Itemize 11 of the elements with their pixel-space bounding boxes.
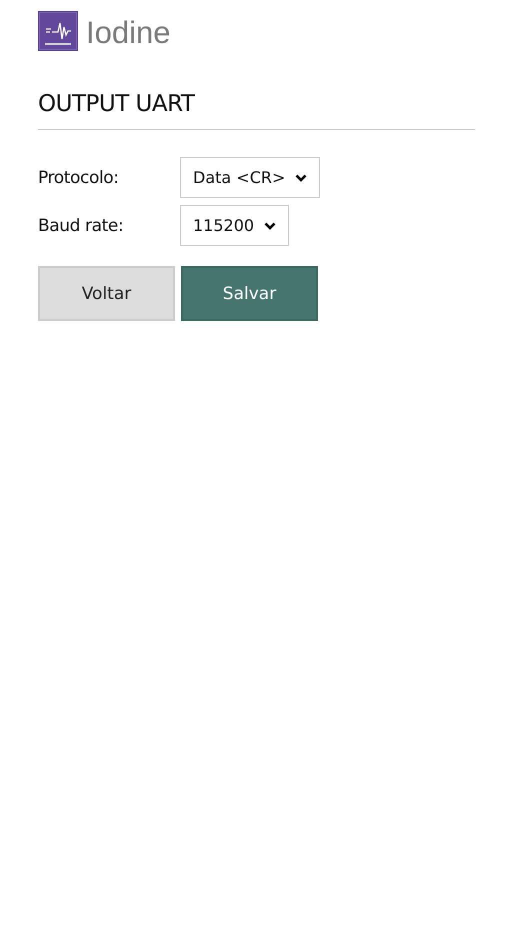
field-label: Protocolo: (38, 168, 120, 188)
chevron-down-icon (264, 222, 276, 230)
chevron-down-icon (295, 174, 308, 182)
page-title: OUTPUT UART (38, 91, 196, 117)
dropdown[interactable]: 115200 (180, 205, 290, 246)
field-label: Baud rate: (38, 216, 124, 236)
logo-text: Iodine (86, 15, 170, 51)
logo-icon (38, 11, 78, 51)
dropdown[interactable]: Data <CR> (180, 157, 320, 198)
save-button[interactable]: Salvar (181, 266, 318, 321)
back-button[interactable]: Voltar (38, 266, 175, 321)
